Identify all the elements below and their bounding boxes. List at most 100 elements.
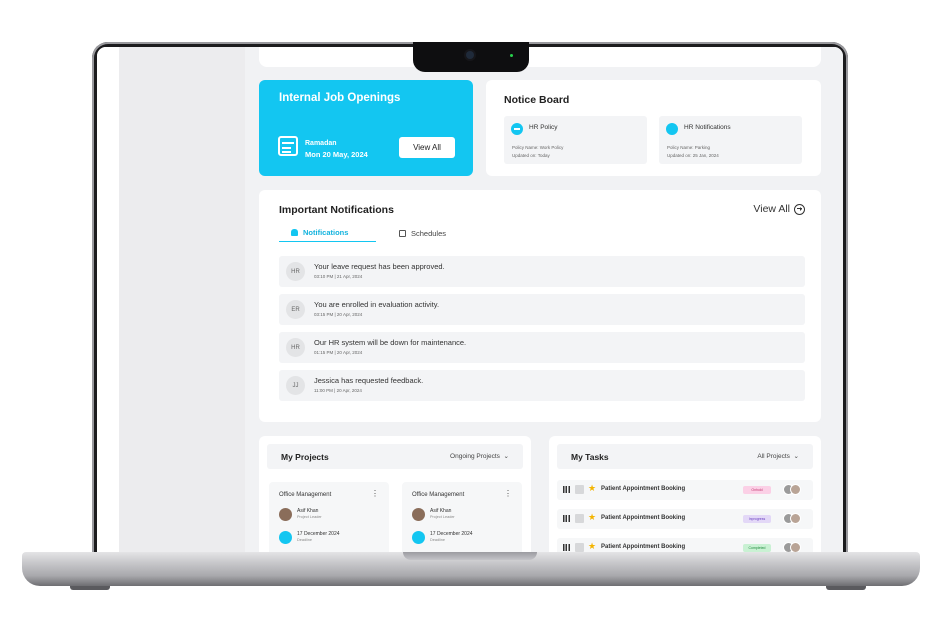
bell-icon [291, 229, 298, 236]
notice-item-label: HR Policy [529, 124, 558, 131]
camera-led [510, 54, 513, 57]
notifications-card: Important Notifications View All Notific… [259, 190, 821, 422]
notification-text: Jessica has requested feedback. [314, 376, 424, 385]
notice-item-policy-name: Policy Name: Parking [667, 145, 711, 150]
notifications-title: Important Notifications [279, 204, 394, 216]
status-badge: Completed [743, 544, 771, 552]
projects-header: My Projects Ongoing Projects ⌄ [267, 444, 523, 469]
task-checkbox[interactable] [575, 514, 584, 523]
task-row[interactable]: ★ Patient Appointment Booking Inprogress [557, 509, 813, 529]
job-view-all-button[interactable]: View All [399, 137, 455, 158]
avatar: JJ [286, 376, 305, 395]
project-leader-role: Project Leader [297, 515, 322, 519]
screen: Internal Job Openings Ramadan Mon 20 May… [97, 47, 843, 553]
job-openings-title: Internal Job Openings [279, 92, 401, 104]
task-checkbox[interactable] [575, 485, 584, 494]
top-bar [259, 47, 821, 67]
hr-notifications-icon [666, 123, 678, 135]
job-event-name: Ramadan [305, 140, 337, 147]
laptop-foot [70, 586, 110, 590]
project-item[interactable]: Office Management ⋮ Asif Khan Project Le… [402, 482, 522, 553]
notice-item-hr-notifications[interactable]: HR Notifications Policy Name: Parking Up… [659, 116, 802, 164]
notice-item-policy-name: Policy Name: Work Policy [512, 145, 564, 150]
laptop-foot [826, 586, 866, 590]
notification-item[interactable]: HR Your leave request has been approved.… [279, 256, 805, 287]
project-leader-name: Asif Khan [430, 508, 452, 514]
main-content: Internal Job Openings Ramadan Mon 20 May… [245, 47, 843, 553]
tasks-filter-dropdown[interactable]: All Projects ⌄ [757, 452, 799, 460]
grid-drag-icon[interactable] [563, 544, 570, 551]
chevron-down-icon: ⌄ [501, 453, 509, 460]
task-row[interactable]: ★ Patient Appointment Booking Completed [557, 538, 813, 553]
sidebar [97, 47, 245, 553]
tasks-card: My Tasks All Projects ⌄ ★ Patient Appoin… [549, 436, 821, 553]
schedule-icon [399, 229, 406, 237]
notification-text: Our HR system will be down for maintenan… [314, 338, 467, 347]
kebab-menu-icon[interactable]: ⋮ [504, 490, 512, 498]
notification-time: 11:00 PM | 20 Apr, 2024 [314, 388, 362, 393]
projects-card: My Projects Ongoing Projects ⌄ Office Ma… [259, 436, 531, 553]
notice-board-card: Notice Board HR Policy Policy Name: Work… [486, 80, 821, 176]
notification-item[interactable]: JJ Jessica has requested feedback. 11:00… [279, 370, 805, 401]
project-item[interactable]: Office Management ⋮ Asif Khan Project Le… [269, 482, 389, 553]
tab-label: Schedules [411, 228, 447, 238]
hr-policy-icon [511, 123, 523, 135]
calendar-icon [278, 136, 298, 156]
avatar [279, 508, 292, 521]
avatar [790, 513, 801, 524]
star-icon[interactable]: ★ [588, 483, 596, 494]
task-checkbox[interactable] [575, 543, 584, 552]
filter-label: All Projects [757, 453, 790, 460]
projects-title: My Projects [281, 452, 329, 462]
projects-filter-dropdown[interactable]: Ongoing Projects ⌄ [450, 452, 509, 460]
task-name: Patient Appointment Booking [601, 486, 686, 492]
job-event-date: Mon 20 May, 2024 [305, 150, 368, 159]
grid-drag-icon[interactable] [563, 515, 570, 522]
grid-drag-icon[interactable] [563, 486, 570, 493]
project-name: Office Management [412, 492, 465, 498]
deadline-date: 17 December 2024 [430, 531, 473, 537]
deadline-date: 17 December 2024 [297, 531, 340, 537]
avatar: ER [286, 300, 305, 319]
tab-schedules[interactable]: Schedules [399, 224, 446, 242]
deadline-icon [412, 531, 425, 544]
status-badge: Onhold [743, 486, 771, 494]
notification-item[interactable]: HR Our HR system will be down for mainte… [279, 332, 805, 363]
tasks-header: My Tasks All Projects ⌄ [557, 444, 813, 469]
notification-time: 01:15 PM | 20 Apr, 2024 [314, 350, 363, 355]
status-badge: Inprogress [743, 515, 771, 523]
notice-board-title: Notice Board [504, 94, 570, 106]
tab-label: Notifications [303, 228, 349, 237]
notification-text: You are enrolled in evaluation activity. [314, 300, 440, 309]
project-name: Office Management [279, 492, 332, 498]
tab-notifications[interactable]: Notifications [279, 224, 376, 242]
avatar: HR [286, 262, 305, 281]
chevron-down-icon: ⌄ [791, 453, 799, 460]
avatar [790, 484, 801, 495]
notifications-view-all[interactable]: View All [753, 203, 805, 215]
laptop-base-notch [403, 552, 537, 560]
task-row[interactable]: ★ Patient Appointment Booking Onhold [557, 480, 813, 500]
circle-arrow-icon [794, 203, 805, 215]
task-name: Patient Appointment Booking [601, 515, 686, 521]
filter-label: Ongoing Projects [450, 453, 500, 460]
camera-icon [466, 51, 474, 59]
project-leader-name: Asif Khan [297, 508, 319, 514]
notification-item[interactable]: ER You are enrolled in evaluation activi… [279, 294, 805, 325]
deadline-label: Deadline [430, 538, 445, 542]
notice-item-hr-policy[interactable]: HR Policy Policy Name: Work Policy Updat… [504, 116, 647, 164]
notice-item-label: HR Notifications [684, 124, 731, 131]
deadline-label: Deadline [297, 538, 312, 542]
notice-item-details: Policy Name: Work Policy Updated on: Tod… [512, 144, 563, 160]
view-all-label: View All [753, 203, 790, 215]
kebab-menu-icon[interactable]: ⋮ [371, 490, 379, 498]
task-name: Patient Appointment Booking [601, 544, 686, 550]
notice-item-updated: Updated on: Today [512, 153, 550, 158]
avatar: HR [286, 338, 305, 357]
deadline-icon [279, 531, 292, 544]
notification-time: 03:10 PM | 21 Apr, 2024 [314, 274, 363, 279]
notification-text: Your leave request has been approved. [314, 262, 445, 271]
avatar [412, 508, 425, 521]
star-icon[interactable]: ★ [588, 541, 596, 552]
star-icon[interactable]: ★ [588, 512, 596, 523]
